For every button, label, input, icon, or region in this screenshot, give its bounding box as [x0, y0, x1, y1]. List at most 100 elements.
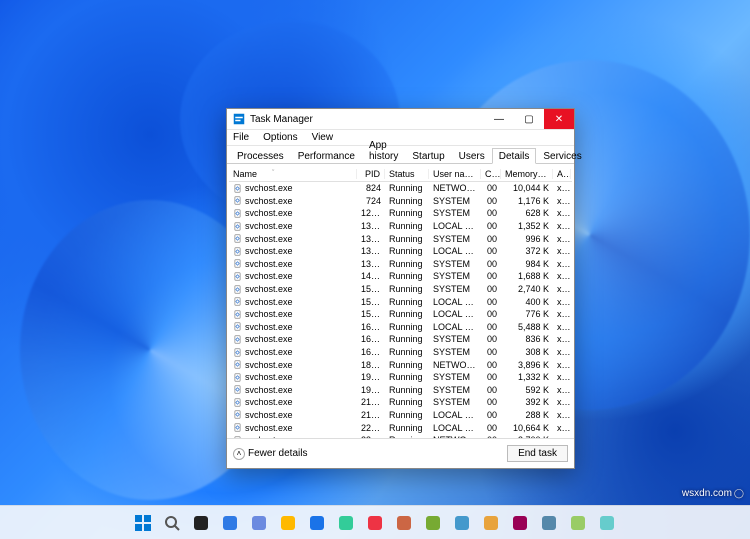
- tab-processes[interactable]: Processes: [230, 148, 291, 164]
- table-row[interactable]: svchost.exe1316RunningLOCAL SE...001,352…: [229, 220, 572, 233]
- table-row[interactable]: svchost.exe2164RunningLOCAL SE...00288 K…: [229, 409, 572, 422]
- fewer-details-button[interactable]: ˄ Fewer details: [233, 448, 307, 460]
- tab-performance[interactable]: Performance: [291, 148, 362, 164]
- maximize-button[interactable]: ▢: [514, 109, 544, 129]
- close-button[interactable]: ✕: [544, 109, 574, 129]
- taskbar-app3-icon[interactable]: [481, 513, 501, 533]
- cell-cpu: 00: [481, 423, 501, 433]
- cell-arc: x64: [553, 372, 571, 382]
- table-row[interactable]: svchost.exe1956RunningSYSTEM00592 Kx64: [229, 384, 572, 397]
- table-row[interactable]: svchost.exe2148RunningSYSTEM00392 Kx64: [229, 396, 572, 409]
- cell-user: SYSTEM: [429, 271, 481, 281]
- tab-services[interactable]: Services: [536, 148, 588, 164]
- table-row[interactable]: svchost.exe2288RunningLOCAL SE...0010,66…: [229, 421, 572, 434]
- cell-status: Running: [385, 271, 429, 281]
- col-arc[interactable]: Arc: [553, 169, 571, 179]
- cell-pid: 2164: [357, 410, 385, 420]
- cell-user: SYSTEM: [429, 372, 481, 382]
- cell-user: LOCAL SE...: [429, 246, 481, 256]
- cell-name: svchost.exe: [229, 246, 357, 256]
- cell-pid: 1528: [357, 284, 385, 294]
- table-row[interactable]: svchost.exe1280RunningSYSTEM00628 Kx64: [229, 207, 572, 220]
- col-mem[interactable]: Memory (a...: [501, 169, 553, 179]
- cell-mem: 776 K: [501, 309, 553, 319]
- cell-cpu: 00: [481, 271, 501, 281]
- cell-name: svchost.exe: [229, 334, 357, 344]
- menu-options[interactable]: Options: [261, 132, 299, 143]
- taskbar-app7-icon[interactable]: [597, 513, 617, 533]
- col-pid[interactable]: PID: [357, 169, 385, 179]
- taskbar-chat-icon[interactable]: [249, 513, 269, 533]
- cell-user: LOCAL SE...: [429, 322, 481, 332]
- taskbar-app2-icon[interactable]: [452, 513, 472, 533]
- menu-view[interactable]: View: [310, 132, 336, 143]
- process-list[interactable]: svchost.exe824RunningNETWORK...0010,044 …: [229, 182, 572, 438]
- cell-pid: 2288: [357, 423, 385, 433]
- col-user[interactable]: User name: [429, 169, 481, 179]
- cell-status: Running: [385, 246, 429, 256]
- taskbar-store-icon[interactable]: [336, 513, 356, 533]
- table-row[interactable]: svchost.exe1332RunningLOCAL SE...00372 K…: [229, 245, 572, 258]
- col-name[interactable]: Nameˇ: [229, 169, 357, 179]
- table-row[interactable]: svchost.exe824RunningNETWORK...0010,044 …: [229, 182, 572, 195]
- cell-mem: 5,488 K: [501, 322, 553, 332]
- taskbar-app5-icon[interactable]: [539, 513, 559, 533]
- titlebar[interactable]: Task Manager — ▢ ✕: [227, 109, 574, 130]
- menu-file[interactable]: File: [231, 132, 251, 143]
- table-row[interactable]: svchost.exe1628RunningLOCAL SE...005,488…: [229, 321, 572, 334]
- table-row[interactable]: svchost.exe1900RunningSYSTEM001,332 Kx64: [229, 371, 572, 384]
- table-row[interactable]: svchost.exe1660RunningSYSTEM00836 Kx64: [229, 333, 572, 346]
- taskbar-search-icon[interactable]: [162, 513, 182, 533]
- taskbar-edge-icon[interactable]: [307, 513, 327, 533]
- end-task-button[interactable]: End task: [507, 445, 568, 462]
- table-row[interactable]: svchost.exe1588RunningLOCAL SE...00776 K…: [229, 308, 572, 321]
- col-status[interactable]: Status: [385, 169, 429, 179]
- cell-name: svchost.exe: [229, 322, 357, 332]
- taskbar-mail-icon[interactable]: [365, 513, 385, 533]
- window-title: Task Manager: [250, 114, 484, 125]
- cell-mem: 400 K: [501, 297, 553, 307]
- table-row[interactable]: svchost.exe1668RunningSYSTEM00308 Kx64: [229, 346, 572, 359]
- cell-status: Running: [385, 410, 429, 420]
- cell-cpu: 00: [481, 397, 501, 407]
- cell-name: svchost.exe: [229, 309, 357, 319]
- table-row[interactable]: svchost.exe1340RunningSYSTEM00984 Kx64: [229, 258, 572, 271]
- minimize-button[interactable]: —: [484, 109, 514, 129]
- taskbar-app1-icon[interactable]: [423, 513, 443, 533]
- taskbar-explorer-icon[interactable]: [278, 513, 298, 533]
- cell-cpu: 00: [481, 183, 501, 193]
- taskbar-widgets-icon[interactable]: [220, 513, 240, 533]
- cell-name: svchost.exe: [229, 183, 357, 193]
- cell-cpu: 00: [481, 309, 501, 319]
- cell-pid: 1548: [357, 297, 385, 307]
- table-row[interactable]: svchost.exe1324RunningSYSTEM00996 Kx64: [229, 232, 572, 245]
- taskbar-app6-icon[interactable]: [568, 513, 588, 533]
- cell-mem: 984 K: [501, 259, 553, 269]
- table-row[interactable]: svchost.exe1832RunningNETWORK...003,896 …: [229, 358, 572, 371]
- cell-status: Running: [385, 284, 429, 294]
- table-row[interactable]: svchost.exe1548RunningLOCAL SE...00400 K…: [229, 295, 572, 308]
- table-row[interactable]: svchost.exe1528RunningSYSTEM002,740 Kx64: [229, 283, 572, 296]
- table-row[interactable]: svchost.exe1496RunningSYSTEM001,688 Kx64: [229, 270, 572, 283]
- cell-pid: 1628: [357, 322, 385, 332]
- taskbar-start-icon[interactable]: [133, 513, 153, 533]
- tab-details[interactable]: Details: [492, 148, 537, 164]
- cell-arc: x64: [553, 423, 571, 433]
- cell-status: Running: [385, 297, 429, 307]
- tab-startup[interactable]: Startup: [405, 148, 451, 164]
- taskbar-settings-icon[interactable]: [394, 513, 414, 533]
- tab-users[interactable]: Users: [452, 148, 492, 164]
- column-headers: Nameˇ PID Status User name CPU Memory (a…: [229, 166, 572, 182]
- table-row[interactable]: svchost.exe724RunningSYSTEM001,176 Kx64: [229, 195, 572, 208]
- cell-status: Running: [385, 360, 429, 370]
- taskbar-app4-icon[interactable]: [510, 513, 530, 533]
- col-cpu[interactable]: CPU: [481, 169, 501, 179]
- tab-app-history[interactable]: App history: [362, 137, 405, 164]
- taskbar[interactable]: [0, 505, 750, 539]
- watermark: wsxdn.com◯: [682, 488, 744, 499]
- cell-status: Running: [385, 385, 429, 395]
- taskbar-task-view-icon[interactable]: [191, 513, 211, 533]
- cell-pid: 1900: [357, 372, 385, 382]
- cell-mem: 10,044 K: [501, 183, 553, 193]
- cell-mem: 1,352 K: [501, 221, 553, 231]
